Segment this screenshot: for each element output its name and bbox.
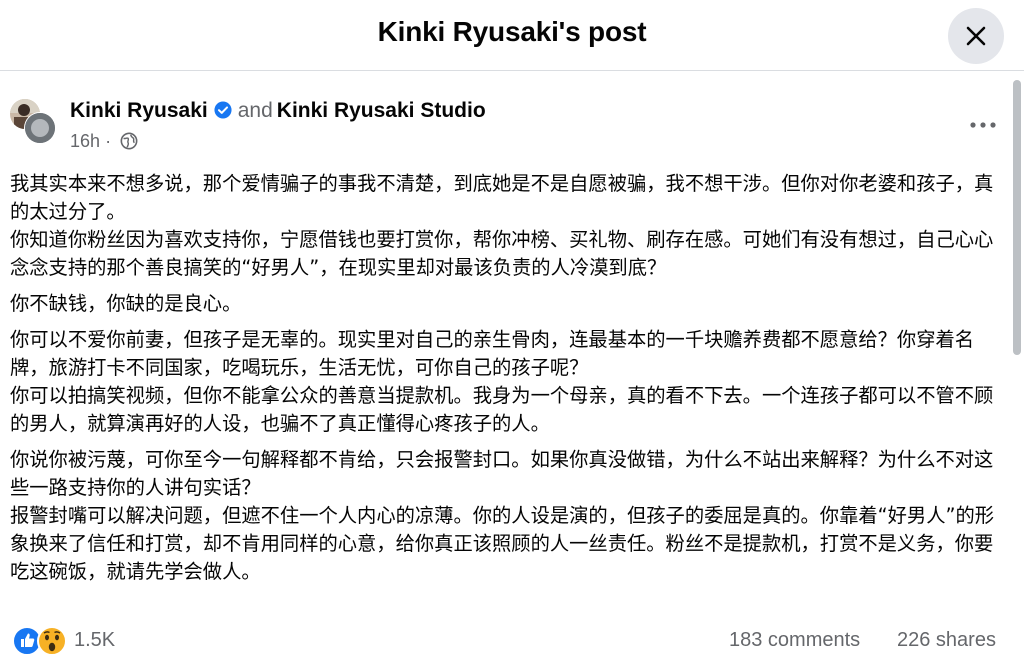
post-paragraph: 你可以不爱你前妻，但孩子是无辜的。现实里对自己的亲生骨肉，连最基本的一千块赡养费… (10, 328, 994, 435)
dialog-title: Kinki Ryusaki's post (377, 16, 647, 47)
reaction-count[interactable]: 1.5K (74, 629, 115, 652)
more-options-button[interactable] (963, 110, 1003, 140)
wow-icon (37, 626, 67, 656)
coauthor-name[interactable]: Kinki Ryusaki Studio (277, 99, 486, 122)
verified-badge-icon (214, 101, 232, 125)
author-connector: and (237, 99, 273, 122)
post-body: 我其实本来不想多说，那个爱情骗子的事我不清楚，到底她是不是自愿被骗，我不想干涉。… (10, 170, 1010, 594)
post-meta: 16h · (70, 131, 138, 155)
shares-count[interactable]: 226 shares (897, 629, 996, 652)
globe-icon (120, 132, 138, 155)
dialog-header: Kinki Ryusaki's post (0, 0, 1024, 71)
post-time[interactable]: 16h (70, 131, 100, 151)
post-paragraph: 我其实本来不想多说，那个爱情骗子的事我不清楚，到底她是不是自愿被骗，我不想干涉。… (10, 172, 994, 279)
author-line: Kinki Ryusaki and Kinki Ryusaki Studio (70, 99, 486, 125)
avatar[interactable] (8, 97, 58, 147)
reactions[interactable] (12, 625, 70, 657)
post-footer: 1.5K 183 comments 226 shares (0, 620, 1024, 660)
author-name[interactable]: Kinki Ryusaki (70, 99, 208, 122)
comments-count[interactable]: 183 comments (729, 629, 860, 652)
like-icon (12, 626, 42, 656)
close-button[interactable] (948, 8, 1004, 64)
more-dots-icon (970, 122, 996, 128)
post-paragraph: 你不缺钱，你缺的是良心。 (10, 292, 242, 315)
scrollbar[interactable] (1013, 80, 1021, 355)
close-icon (966, 26, 986, 46)
meta-separator: · (105, 131, 112, 151)
post-paragraph: 你说你被污蔑，可你至今一句解释都不肯给，只会报警封口。如果你真没做错，为什么不站… (10, 448, 995, 583)
